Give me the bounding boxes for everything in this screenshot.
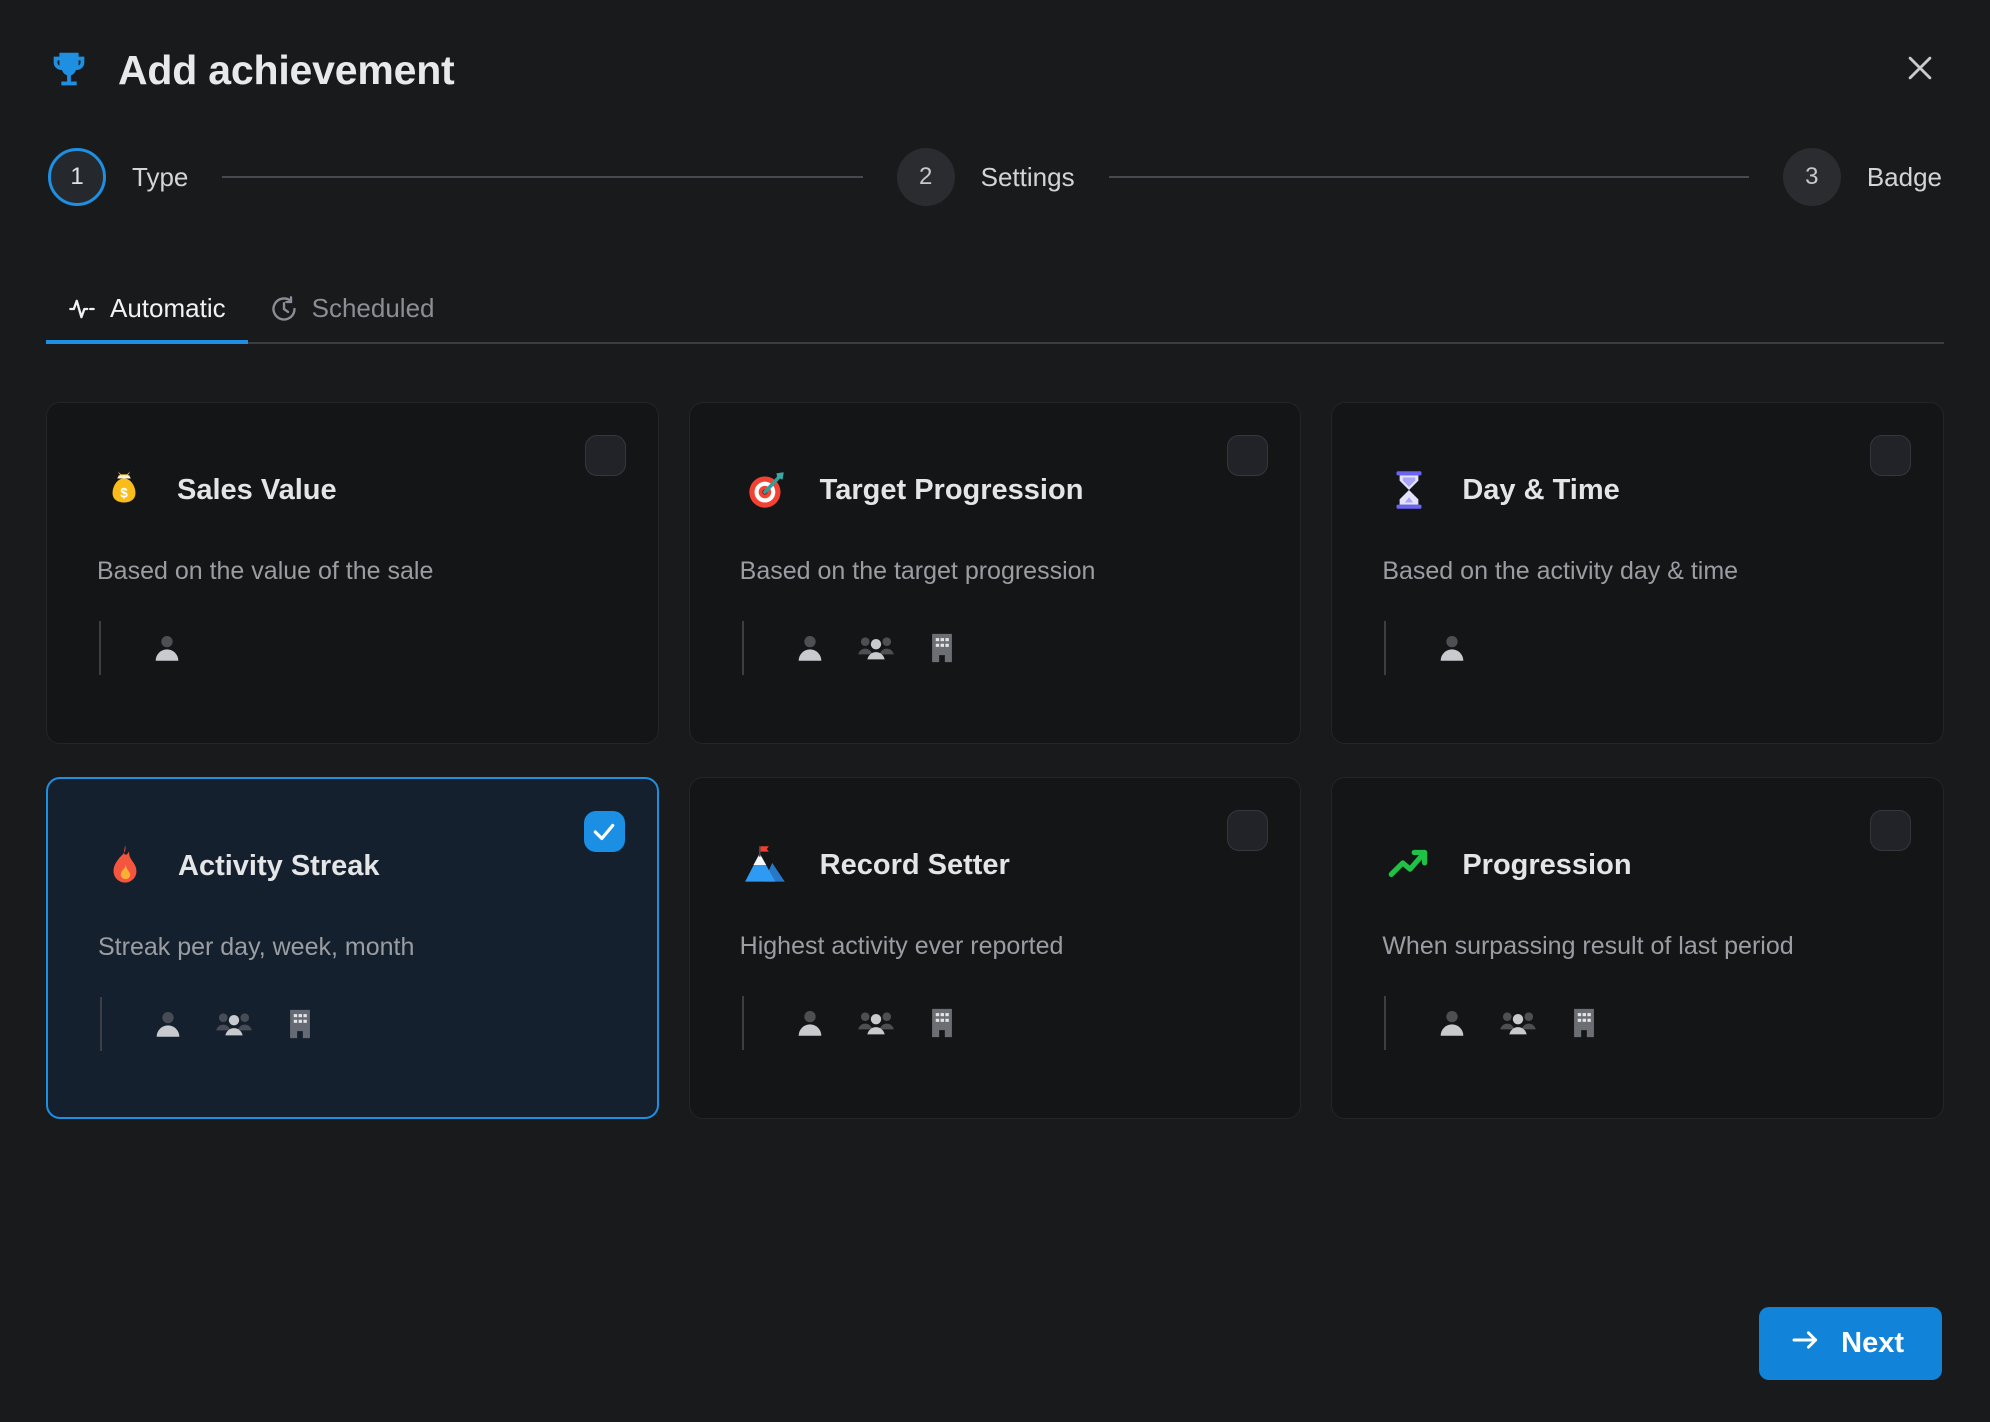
achievement-card-record-setter[interactable]: Record Setter Highest activity ever repo…	[688, 777, 1302, 1119]
card-scopes	[1382, 995, 1905, 1050]
trending-up-icon	[1382, 838, 1436, 892]
scope-divider	[1384, 995, 1387, 1050]
step-2-number: 2	[896, 148, 955, 206]
page-title: Add achievement	[118, 46, 455, 93]
card-title: Day & Time	[1462, 473, 1620, 506]
card-header: $ Sales Value	[97, 463, 620, 517]
achievement-card-sales-value[interactable]: $ Sales Value Based on the value of the …	[46, 402, 659, 744]
modal-header: Add achievement	[46, 0, 1944, 118]
svg-text:$: $	[120, 485, 128, 500]
stepper-connector-2	[1108, 176, 1749, 178]
card-title: Sales Value	[177, 473, 337, 506]
card-description: Based on the target progression	[739, 557, 1096, 585]
scope-divider	[1384, 620, 1387, 675]
card-description: Highest activity ever reported	[739, 932, 1064, 960]
trophy-icon	[46, 47, 92, 93]
person-icon	[147, 628, 187, 668]
card-description: When surpassing result of last period	[1382, 932, 1794, 960]
scope-divider	[741, 620, 744, 675]
group-icon	[1498, 1003, 1538, 1043]
step-1-label: Type	[132, 161, 189, 192]
card-scopes	[98, 996, 619, 1051]
scope-divider	[741, 995, 744, 1050]
achievement-card-day-and-time[interactable]: Day & Time Based on the activity day & t…	[1331, 402, 1944, 744]
achievement-card-checkbox[interactable]	[1227, 435, 1269, 476]
building-icon	[922, 1003, 962, 1043]
tab-scheduled-label: Scheduled	[311, 293, 435, 323]
achievement-card-progression[interactable]: Progression When surpassing result of la…	[1331, 777, 1944, 1119]
person-icon	[790, 628, 830, 668]
tab-scheduled[interactable]: Scheduled	[248, 293, 457, 342]
add-achievement-modal: Add achievement 1 Type 2 Settings 3 Badg…	[0, 0, 1990, 1422]
arrow-right-icon	[1791, 1327, 1821, 1360]
building-icon	[922, 628, 962, 668]
money-bag-icon: $	[97, 463, 151, 517]
step-1-type[interactable]: 1 Type	[48, 148, 188, 206]
stepper-connector-1	[222, 176, 863, 178]
person-icon	[148, 1004, 188, 1044]
achievement-type-grid: $ Sales Value Based on the value of the …	[46, 402, 1944, 1119]
card-description: Streak per day, week, month	[98, 933, 415, 961]
building-icon	[280, 1004, 320, 1044]
achievement-card-checkbox[interactable]	[1870, 810, 1911, 851]
hourglass-icon	[1382, 463, 1436, 517]
card-scopes	[97, 620, 620, 675]
card-scopes	[740, 620, 1263, 675]
person-icon	[1432, 1003, 1472, 1043]
scope-divider	[99, 620, 101, 675]
card-header: Target Progression	[740, 463, 1263, 517]
group-icon	[214, 1004, 254, 1044]
card-title: Progression	[1462, 848, 1632, 881]
card-title: Target Progression	[819, 473, 1084, 506]
building-icon	[1564, 1003, 1604, 1043]
achievement-card-checkbox[interactable]	[1227, 810, 1269, 851]
tab-bar: Automatic Scheduled	[46, 280, 1944, 344]
step-1-number: 1	[48, 148, 106, 206]
step-2-settings[interactable]: 2 Settings	[896, 148, 1075, 206]
next-button-label: Next	[1841, 1327, 1904, 1359]
card-header: Day & Time	[1382, 463, 1905, 517]
scope-divider	[100, 996, 102, 1051]
card-header: Progression	[1382, 838, 1905, 892]
card-scopes	[1382, 620, 1905, 675]
person-icon	[1432, 628, 1472, 668]
achievement-card-checkbox[interactable]	[583, 811, 625, 852]
card-title: Record Setter	[819, 848, 1010, 881]
modal-footer: Next	[46, 1307, 1942, 1380]
card-description: Based on the value of the sale	[97, 557, 434, 585]
step-2-label: Settings	[980, 161, 1075, 192]
achievement-card-target-progression[interactable]: Target Progression Based on the target p…	[688, 402, 1302, 744]
group-icon	[856, 1003, 896, 1043]
mountain-flag-icon	[740, 838, 794, 892]
achievement-card-checkbox[interactable]	[584, 435, 626, 476]
activity-pulse-icon	[68, 295, 96, 323]
stepper: 1 Type 2 Settings 3 Badge	[46, 132, 1944, 222]
card-scopes	[740, 995, 1263, 1050]
next-button[interactable]: Next	[1759, 1307, 1942, 1380]
step-3-badge[interactable]: 3 Badge	[1782, 148, 1943, 206]
group-icon	[856, 628, 896, 668]
card-header: Record Setter	[740, 838, 1263, 892]
target-dart-icon	[740, 463, 794, 517]
card-header: Activity Streak	[98, 839, 619, 893]
tab-automatic-label: Automatic	[110, 293, 226, 323]
step-3-number: 3	[1782, 148, 1841, 206]
card-description: Based on the activity day & time	[1382, 557, 1739, 585]
achievement-card-activity-streak[interactable]: Activity Streak Streak per day, week, mo…	[46, 777, 659, 1119]
card-title: Activity Streak	[178, 849, 380, 882]
person-icon	[790, 1003, 830, 1043]
close-button[interactable]	[1898, 46, 1942, 90]
step-3-label: Badge	[1866, 161, 1943, 192]
fire-icon	[98, 839, 152, 893]
tab-automatic[interactable]: Automatic	[46, 293, 248, 344]
achievement-card-checkbox[interactable]	[1870, 435, 1911, 476]
timer-icon	[270, 295, 298, 323]
